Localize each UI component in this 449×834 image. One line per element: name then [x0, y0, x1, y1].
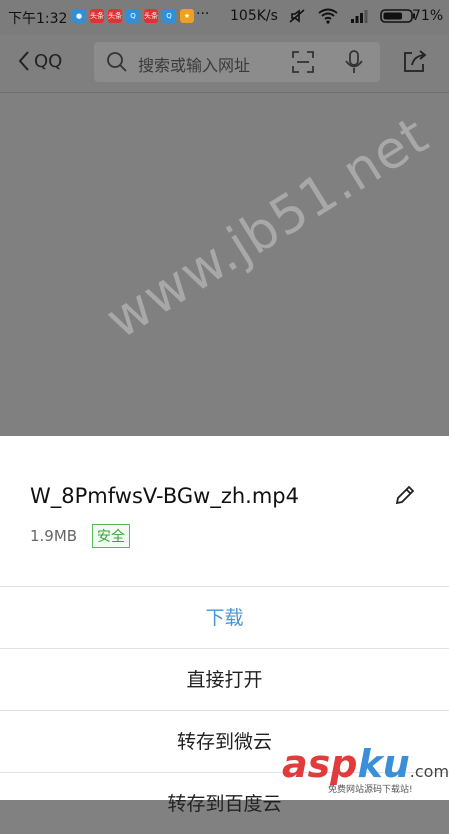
search-input[interactable]: 搜索或输入网址 — [94, 42, 380, 82]
safety-badge: 安全 — [92, 524, 130, 548]
search-placeholder: 搜索或输入网址 — [138, 56, 251, 75]
brand-watermark: aspku.com — [282, 742, 449, 786]
cloud-app-icon: ● — [72, 9, 86, 23]
brand-suffix: .com — [409, 762, 449, 781]
divider — [0, 586, 449, 587]
overflow-dots: ··· — [196, 6, 210, 22]
wifi-icon — [318, 8, 338, 24]
open-directly-button[interactable]: 直接打开 — [0, 650, 449, 710]
battery-icon — [380, 9, 415, 23]
file-name: W_8PmfwsV-BGw_zh.mp4 — [30, 484, 299, 508]
toutiao-app-icon-3: 头条 — [144, 9, 158, 23]
chevron-left-icon — [18, 51, 29, 71]
share-icon[interactable] — [402, 48, 428, 74]
download-button[interactable]: 下载 — [0, 588, 449, 648]
battery-percent: 71% — [412, 8, 444, 24]
divider — [0, 710, 449, 711]
qq-app-icon: Q — [126, 9, 140, 23]
brand-asp: asp — [282, 742, 358, 786]
dim-overlay[interactable] — [0, 93, 449, 436]
back-label: QQ — [34, 50, 63, 72]
network-speed: 105K/s — [230, 8, 278, 24]
brand-ku: ku — [357, 742, 410, 786]
notification-icons: ● 头条 头条 Q 头条 Q ★ — [72, 9, 194, 23]
search-icon — [107, 52, 127, 72]
toutiao-app-icon: 头条 — [90, 9, 104, 23]
qq-app-icon-2: Q — [162, 9, 176, 23]
browser-toolbar: QQ 搜索或输入网址 — [0, 34, 449, 93]
status-time: 下午1:32 — [8, 11, 68, 27]
system-icons — [288, 7, 416, 25]
back-button[interactable]: QQ — [18, 50, 62, 72]
microphone-icon[interactable] — [344, 50, 364, 74]
status-bar: 下午1:32 ● 头条 头条 Q 头条 Q ★ ··· 105K/s 71% — [0, 0, 449, 34]
mute-icon — [289, 9, 305, 23]
divider — [0, 648, 449, 649]
edit-icon[interactable] — [394, 484, 416, 506]
scan-icon[interactable] — [292, 51, 314, 73]
brand-subtitle: 免费网站源码下载站! — [328, 785, 413, 795]
signal-icon — [351, 10, 368, 23]
file-size: 1.9MB — [30, 527, 78, 545]
toutiao-app-icon-2: 头条 — [108, 9, 122, 23]
shop-app-icon: ★ — [180, 9, 194, 23]
